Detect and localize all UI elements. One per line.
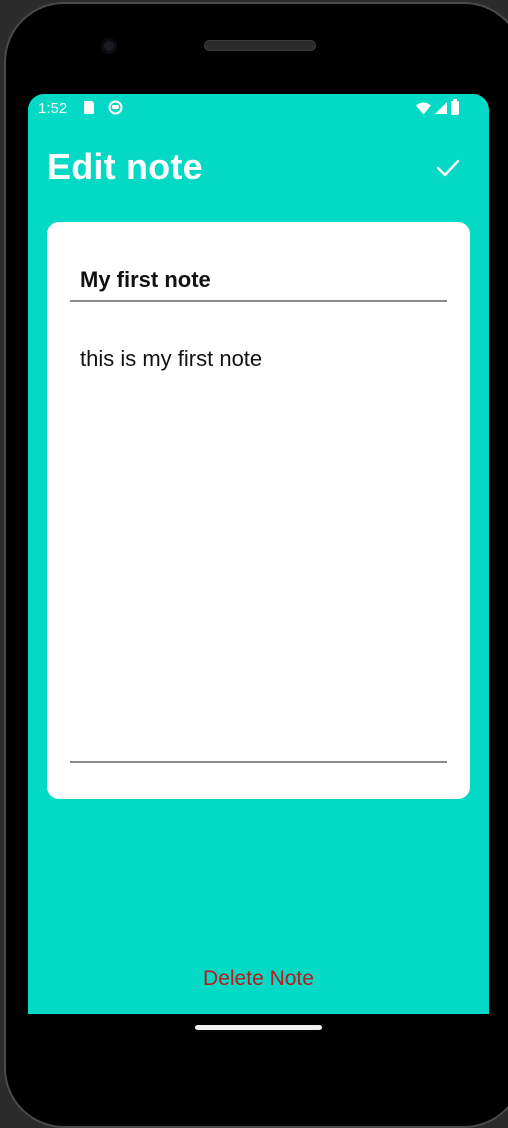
signal-icon	[435, 102, 447, 114]
front-camera	[101, 38, 117, 54]
status-time: 1:52	[38, 100, 68, 117]
check-icon	[436, 159, 460, 177]
earpiece-speaker	[204, 40, 316, 51]
status-icons	[416, 99, 459, 115]
navigation-bar	[28, 1014, 489, 1064]
battery-icon	[451, 99, 459, 115]
app-bar: Edit note	[28, 134, 489, 204]
note-card: My first note this is my first note	[47, 222, 470, 799]
status-bar: 1:52	[28, 94, 489, 124]
note-title-text: My first note	[80, 267, 211, 292]
save-button[interactable]	[428, 148, 468, 188]
mask-icon	[108, 100, 123, 115]
page-title: Edit note	[47, 146, 203, 187]
wifi-icon	[416, 102, 431, 114]
sd-card-icon	[84, 101, 94, 114]
home-gesture-handle[interactable]	[195, 1025, 322, 1030]
note-body-field[interactable]: this is my first note	[70, 332, 447, 763]
note-body-text: this is my first note	[80, 346, 263, 371]
delete-note-button[interactable]: Delete Note	[28, 967, 489, 991]
note-title-field[interactable]: My first note	[70, 262, 447, 302]
device-frame: 1:52 Edit note My first note this is my …	[0, 0, 508, 1128]
app-screen: 1:52 Edit note My first note this is my …	[28, 94, 489, 1014]
